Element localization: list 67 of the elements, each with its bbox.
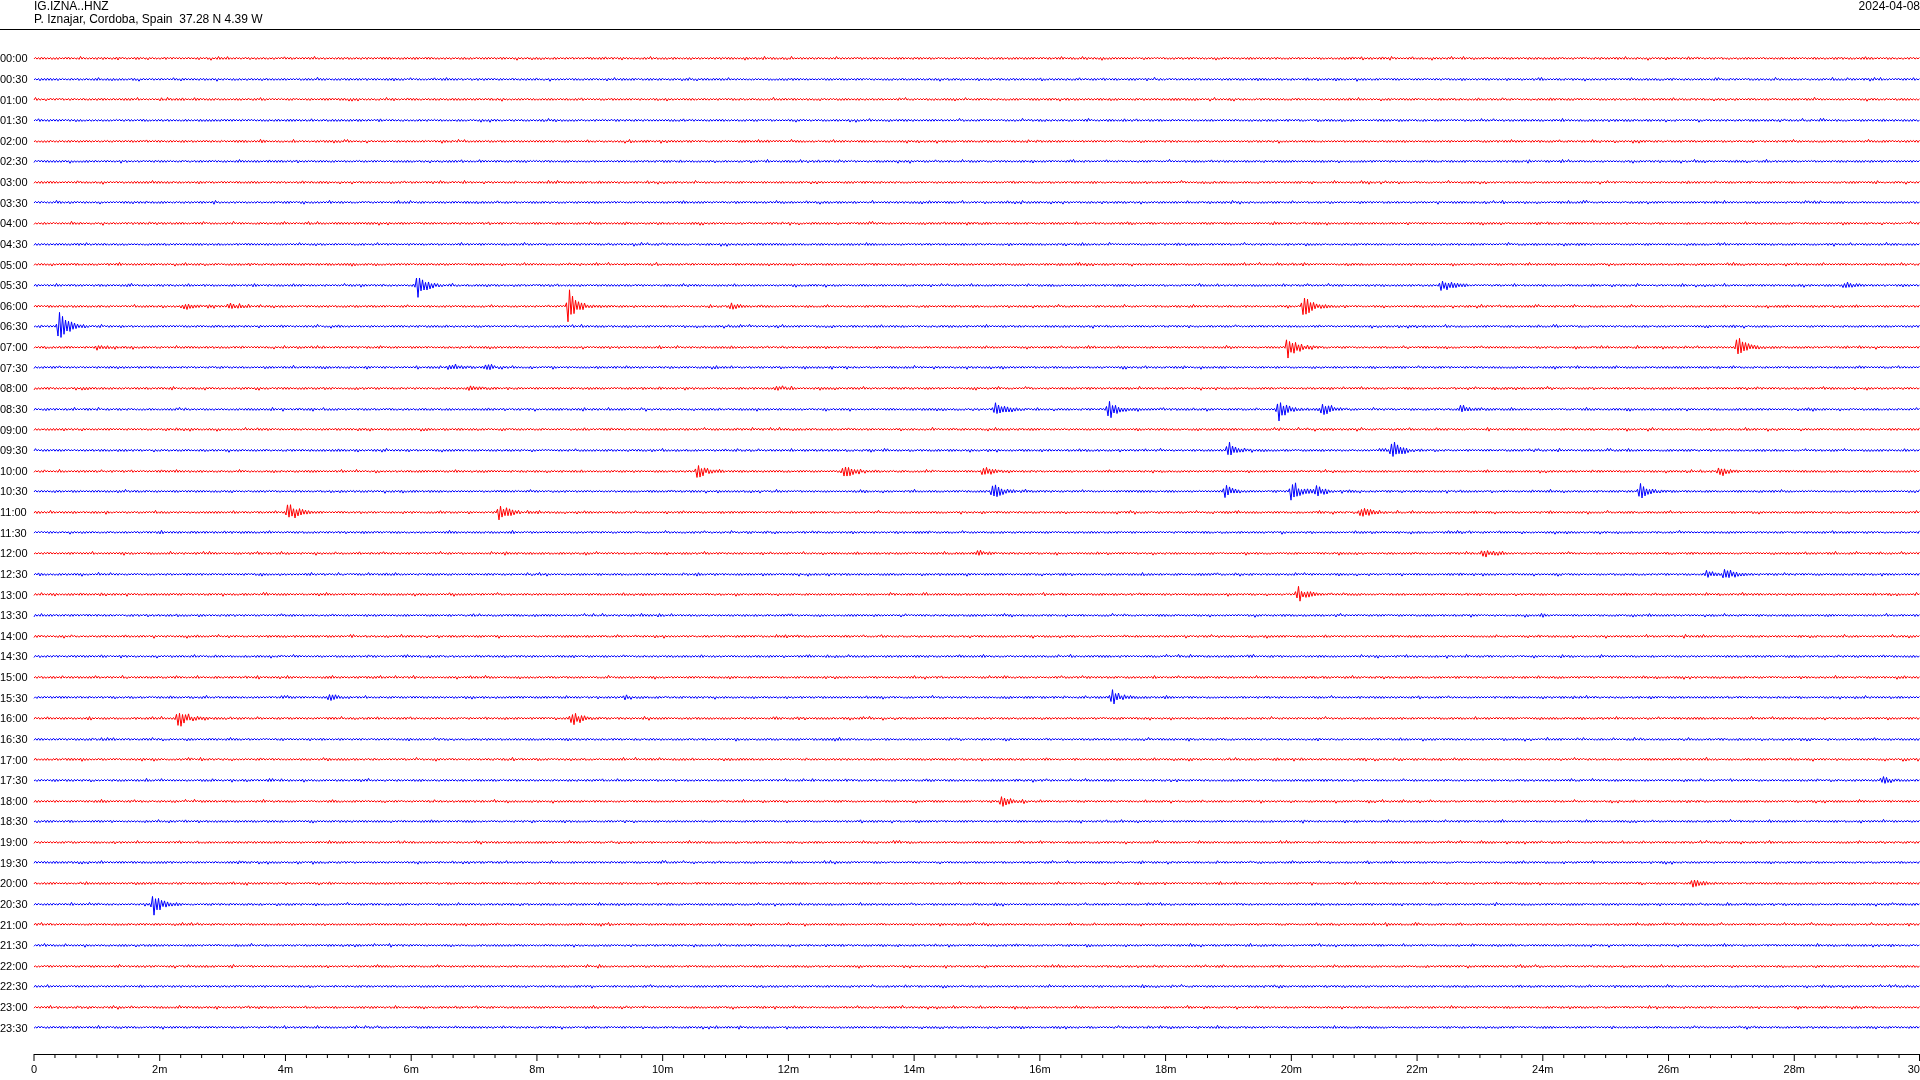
row-time-label: 02:00	[0, 134, 29, 147]
row-time-label: 21:00	[0, 918, 29, 931]
row-time-label: 15:00	[0, 671, 29, 684]
row-time-label: 17:30	[0, 774, 29, 787]
row-time-label: 22:30	[0, 980, 29, 993]
plot-date: 2024-04-08	[1858, 0, 1920, 15]
row-time-label: 09:00	[0, 423, 29, 436]
axis-tick-label: 10m	[651, 1063, 674, 1075]
row-time-label: 03:00	[0, 176, 29, 189]
axis-tick-label: 30	[1907, 1063, 1920, 1075]
row-time-label: 22:00	[0, 959, 29, 972]
row-time-label: 16:00	[0, 712, 29, 725]
row-time-label: 10:30	[0, 485, 29, 498]
row-time-label: 21:30	[0, 939, 29, 952]
row-time-label: 06:00	[0, 299, 29, 312]
row-time-label: 15:30	[0, 691, 29, 704]
axis-tick-label: 4m	[277, 1063, 294, 1075]
row-time-label: 19:00	[0, 836, 29, 849]
row-time-label: 00:00	[0, 52, 29, 65]
row-time-label: 19:30	[0, 856, 29, 869]
row-time-label: 02:30	[0, 155, 29, 168]
axis-tick-label: 20m	[1280, 1063, 1303, 1075]
row-time-label: 13:30	[0, 609, 29, 622]
row-time-label: 23:00	[0, 1001, 29, 1014]
axis-tick-label: 24m	[1532, 1063, 1554, 1075]
row-time-label: 01:00	[0, 93, 29, 106]
axis-tick-label: 18m	[1154, 1063, 1177, 1075]
axis-tick-label: 14m	[903, 1063, 925, 1075]
axis-tick-label: 26m	[1657, 1063, 1680, 1075]
row-time-label: 10:00	[0, 464, 29, 477]
row-time-label: 11:00	[0, 506, 28, 519]
axis-tick-label: 8m	[529, 1063, 545, 1075]
station-code: IG.IZNA..HNZ	[34, 0, 110, 13]
row-time-label: 20:00	[0, 877, 29, 890]
row-time-label: 04:00	[0, 217, 29, 230]
axis-tick-label: 0	[31, 1063, 38, 1075]
row-time-label: 18:30	[0, 815, 29, 828]
station-location: P. Iznajar, Cordoba, Spain 37.28 N 4.39 W	[34, 13, 263, 26]
row-time-label: 12:00	[0, 547, 29, 560]
row-time-label: 05:00	[0, 258, 29, 271]
row-time-label: 20:30	[0, 897, 29, 910]
row-time-label: 16:30	[0, 732, 29, 745]
axis-tick-label: 22m	[1406, 1063, 1428, 1075]
row-time-label: 00:30	[0, 72, 29, 85]
axis-tick-label: 12m	[777, 1063, 800, 1075]
axis-tick-label: 2m	[152, 1063, 168, 1075]
row-time-label: 04:30	[0, 237, 29, 250]
row-time-label: 06:30	[0, 320, 29, 333]
axis-tick-label: 28m	[1783, 1063, 1805, 1075]
row-time-label: 08:00	[0, 382, 29, 395]
row-time-label: 09:30	[0, 444, 29, 457]
axis-tick-label: 6m	[403, 1063, 419, 1075]
row-time-label: 03:30	[0, 196, 29, 209]
axis-tick-label: 16m	[1029, 1063, 1051, 1075]
row-time-label: 14:30	[0, 650, 29, 663]
row-time-label: 13:00	[0, 588, 29, 601]
row-time-label: 17:00	[0, 753, 29, 766]
row-time-label: 18:00	[0, 794, 29, 807]
row-time-label: 11:30	[0, 526, 28, 539]
row-time-label: 05:30	[0, 279, 29, 292]
row-time-label: 08:30	[0, 402, 29, 415]
row-time-label: 07:00	[0, 341, 29, 354]
row-time-label: 23:30	[0, 1021, 29, 1034]
row-time-label: 14:00	[0, 629, 29, 642]
row-time-label: 01:30	[0, 114, 29, 127]
row-time-label: 07:30	[0, 361, 29, 374]
row-time-label: 12:30	[0, 567, 29, 580]
